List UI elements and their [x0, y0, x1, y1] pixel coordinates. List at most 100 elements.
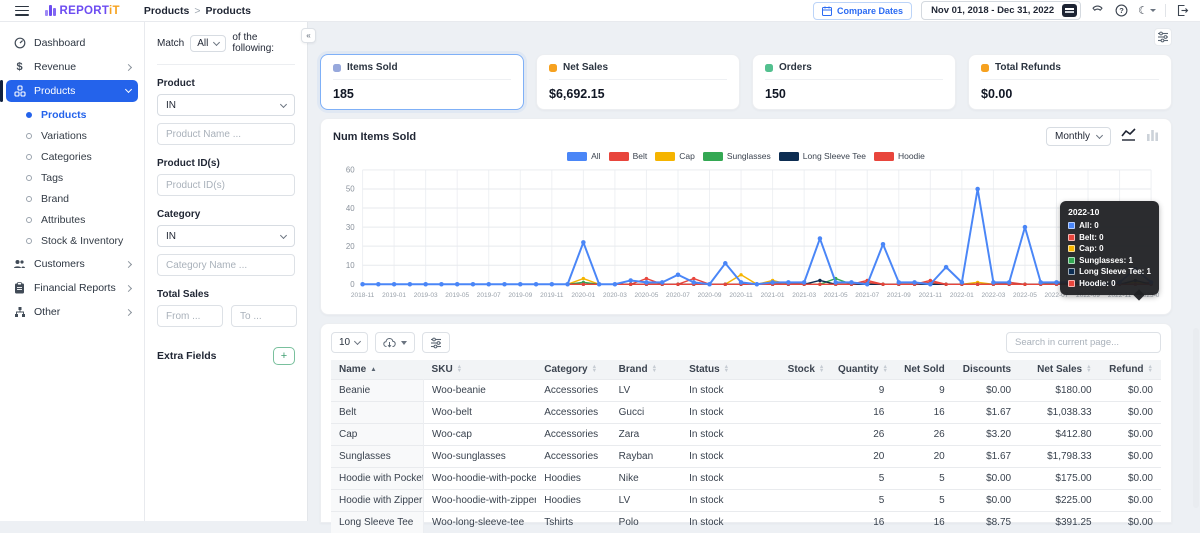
- page-scrollbar[interactable]: [1193, 328, 1199, 508]
- calendar-icon[interactable]: [1062, 4, 1077, 17]
- app-logo[interactable]: REPORTiT: [45, 5, 120, 17]
- column-header-name[interactable]: Name▲: [331, 360, 424, 380]
- sidebar-item-financial-reports[interactable]: Financial Reports: [6, 277, 138, 299]
- cell-brand: LV: [611, 490, 681, 512]
- tooltip-color-chip: [1068, 234, 1075, 241]
- category-operator-select[interactable]: IN: [157, 225, 295, 247]
- export-caret-icon: [401, 341, 407, 345]
- chart-period-select[interactable]: Monthly: [1046, 127, 1111, 146]
- column-header-category[interactable]: Category▲▼: [536, 360, 610, 380]
- sidebar-subitem-stock-inventory[interactable]: Stock & Inventory: [0, 230, 144, 251]
- chart-plot[interactable]: 01020304050602018-112019-012019-032019-0…: [333, 165, 1159, 308]
- column-header-stock[interactable]: Stock▲▼: [780, 360, 830, 380]
- breadcrumb-section[interactable]: Products: [144, 5, 190, 17]
- items-sold-line-chart[interactable]: 01020304050602018-112019-012019-032019-0…: [333, 165, 1159, 303]
- bar-chart-toggle[interactable]: [1146, 128, 1159, 146]
- sort-asc-icon[interactable]: ▲: [370, 366, 376, 373]
- table-row[interactable]: Long Sleeve TeeWoo-long-sleeve-teeTshirt…: [331, 512, 1161, 533]
- product-name-input[interactable]: [157, 123, 295, 145]
- page-size-select[interactable]: 10: [331, 332, 368, 353]
- export-button[interactable]: [375, 332, 415, 353]
- add-extra-field-button[interactable]: +: [273, 347, 295, 365]
- column-header-refund[interactable]: Refund▲▼: [1100, 360, 1161, 380]
- column-header-net-sales[interactable]: Net Sales▲▼: [1019, 360, 1099, 380]
- legend-item-sunglasses[interactable]: Sunglasses: [703, 151, 771, 161]
- column-header-net-sold[interactable]: Net Sold: [892, 360, 952, 380]
- table-columns-settings-button[interactable]: [422, 332, 450, 353]
- total-sales-to-input[interactable]: [231, 305, 297, 327]
- product-ids-input[interactable]: [157, 174, 295, 196]
- column-header-status[interactable]: Status▲▼: [681, 360, 780, 380]
- dashboard-settings-button[interactable]: [1154, 28, 1172, 46]
- sort-icon[interactable]: ▲▼: [724, 365, 729, 373]
- stat-card-net-sales[interactable]: Net Sales$6,692.15: [536, 54, 740, 110]
- sort-icon[interactable]: ▲▼: [457, 365, 462, 373]
- svg-text:0: 0: [350, 280, 355, 289]
- sort-icon[interactable]: ▲▼: [819, 365, 824, 373]
- stat-card-total-refunds[interactable]: Total Refunds$0.00: [968, 54, 1172, 110]
- line-chart-toggle[interactable]: [1121, 128, 1136, 146]
- extra-fields-label: Extra Fields: [157, 350, 217, 362]
- sort-icon[interactable]: ▲▼: [1148, 365, 1153, 373]
- table-row[interactable]: Hoodie with ZipperWoo-hoodie-with-zipper…: [331, 490, 1161, 512]
- column-header-brand[interactable]: Brand▲▼: [611, 360, 681, 380]
- sidebar-item-products[interactable]: Products: [6, 80, 138, 102]
- sidebar-subitem-tags[interactable]: Tags: [0, 167, 144, 188]
- sort-icon[interactable]: ▲▼: [1086, 365, 1091, 373]
- stat-card-orders[interactable]: Orders150: [752, 54, 956, 110]
- stat-color-dot: [765, 64, 773, 72]
- sidebar-subitem-brand[interactable]: Brand: [0, 188, 144, 209]
- legend-item-belt[interactable]: Belt: [609, 151, 648, 161]
- sidebar-subitem-label: Attributes: [41, 214, 85, 226]
- products-icon: [13, 85, 26, 97]
- extra-fields-row: Extra Fields +: [157, 347, 295, 365]
- hamburger-menu-icon[interactable]: [15, 6, 29, 16]
- table-row[interactable]: Hoodie with PocketWoo-hoodie-with-pocket…: [331, 468, 1161, 490]
- svg-text:2021-09: 2021-09: [887, 292, 911, 299]
- legend-color-chip: [703, 152, 723, 161]
- legend-item-hoodie[interactable]: Hoodie: [874, 151, 925, 161]
- sidebar-item-customers[interactable]: Customers: [6, 253, 138, 275]
- sidebar-subitem-products[interactable]: Products: [0, 104, 144, 125]
- table-row[interactable]: BeltWoo-beltAccessoriesGucciIn stock1616…: [331, 402, 1161, 424]
- date-range-picker[interactable]: Nov 01, 2018 - Dec 31, 2022: [921, 1, 1081, 20]
- legend-item-long-sleeve-tee[interactable]: Long Sleeve Tee: [779, 151, 866, 161]
- column-header-sku[interactable]: SKU▲▼: [424, 360, 537, 380]
- help-icon[interactable]: ?: [1114, 3, 1129, 18]
- table-search-input[interactable]: [1006, 332, 1161, 353]
- filter-panel-collapse-button[interactable]: «: [301, 28, 316, 43]
- logout-icon[interactable]: [1175, 3, 1190, 18]
- sort-icon[interactable]: ▲▼: [883, 365, 888, 373]
- table-row[interactable]: CapWoo-capAccessoriesZaraIn stock2626$3.…: [331, 424, 1161, 446]
- compare-dates-button[interactable]: Compare Dates: [813, 2, 912, 20]
- sidebar-item-dashboard[interactable]: Dashboard: [6, 32, 138, 54]
- sort-icon[interactable]: ▲▼: [592, 365, 597, 373]
- sidebar-subitem-variations[interactable]: Variations: [0, 125, 144, 146]
- sidebar-item-other[interactable]: Other: [6, 301, 138, 323]
- sidebar-nav: Dashboard $ Revenue Products ProductsVar…: [0, 22, 145, 521]
- sidebar-item-revenue[interactable]: $ Revenue: [6, 56, 138, 78]
- tooltip-text: All: 0: [1079, 221, 1099, 230]
- table-row[interactable]: BeanieWoo-beanieAccessoriesLVIn stock99$…: [331, 380, 1161, 402]
- sidebar-subitem-categories[interactable]: Categories: [0, 146, 144, 167]
- svg-text:2021-01: 2021-01: [761, 292, 785, 299]
- sidebar-subitem-attributes[interactable]: Attributes: [0, 209, 144, 230]
- table-row[interactable]: SunglassesWoo-sunglassesAccessoriesRayba…: [331, 446, 1161, 468]
- phone-icon[interactable]: [1090, 3, 1105, 18]
- cell-status: In stock: [681, 468, 780, 490]
- legend-item-all[interactable]: All: [567, 151, 600, 161]
- sort-icon[interactable]: ▲▼: [652, 365, 657, 373]
- stat-card-header: Net Sales: [549, 62, 727, 73]
- tooltip-row: Long Sleeve Tee: 1: [1068, 267, 1151, 276]
- total-sales-from-input[interactable]: [157, 305, 223, 327]
- theme-toggle[interactable]: ☾: [1138, 4, 1156, 17]
- legend-item-cap[interactable]: Cap: [655, 151, 695, 161]
- product-operator-select[interactable]: IN: [157, 94, 295, 116]
- column-header-discounts[interactable]: Discounts: [953, 360, 1019, 380]
- column-header-quantity[interactable]: Quantity▲▼: [830, 360, 892, 380]
- match-select[interactable]: All: [190, 35, 226, 52]
- stat-card-items-sold[interactable]: Items Sold185: [320, 54, 524, 110]
- cell-net-sales: $225.00: [1019, 490, 1099, 512]
- filter-panel: Match All of the following: Product IN P…: [145, 22, 308, 521]
- category-name-input[interactable]: [157, 254, 295, 276]
